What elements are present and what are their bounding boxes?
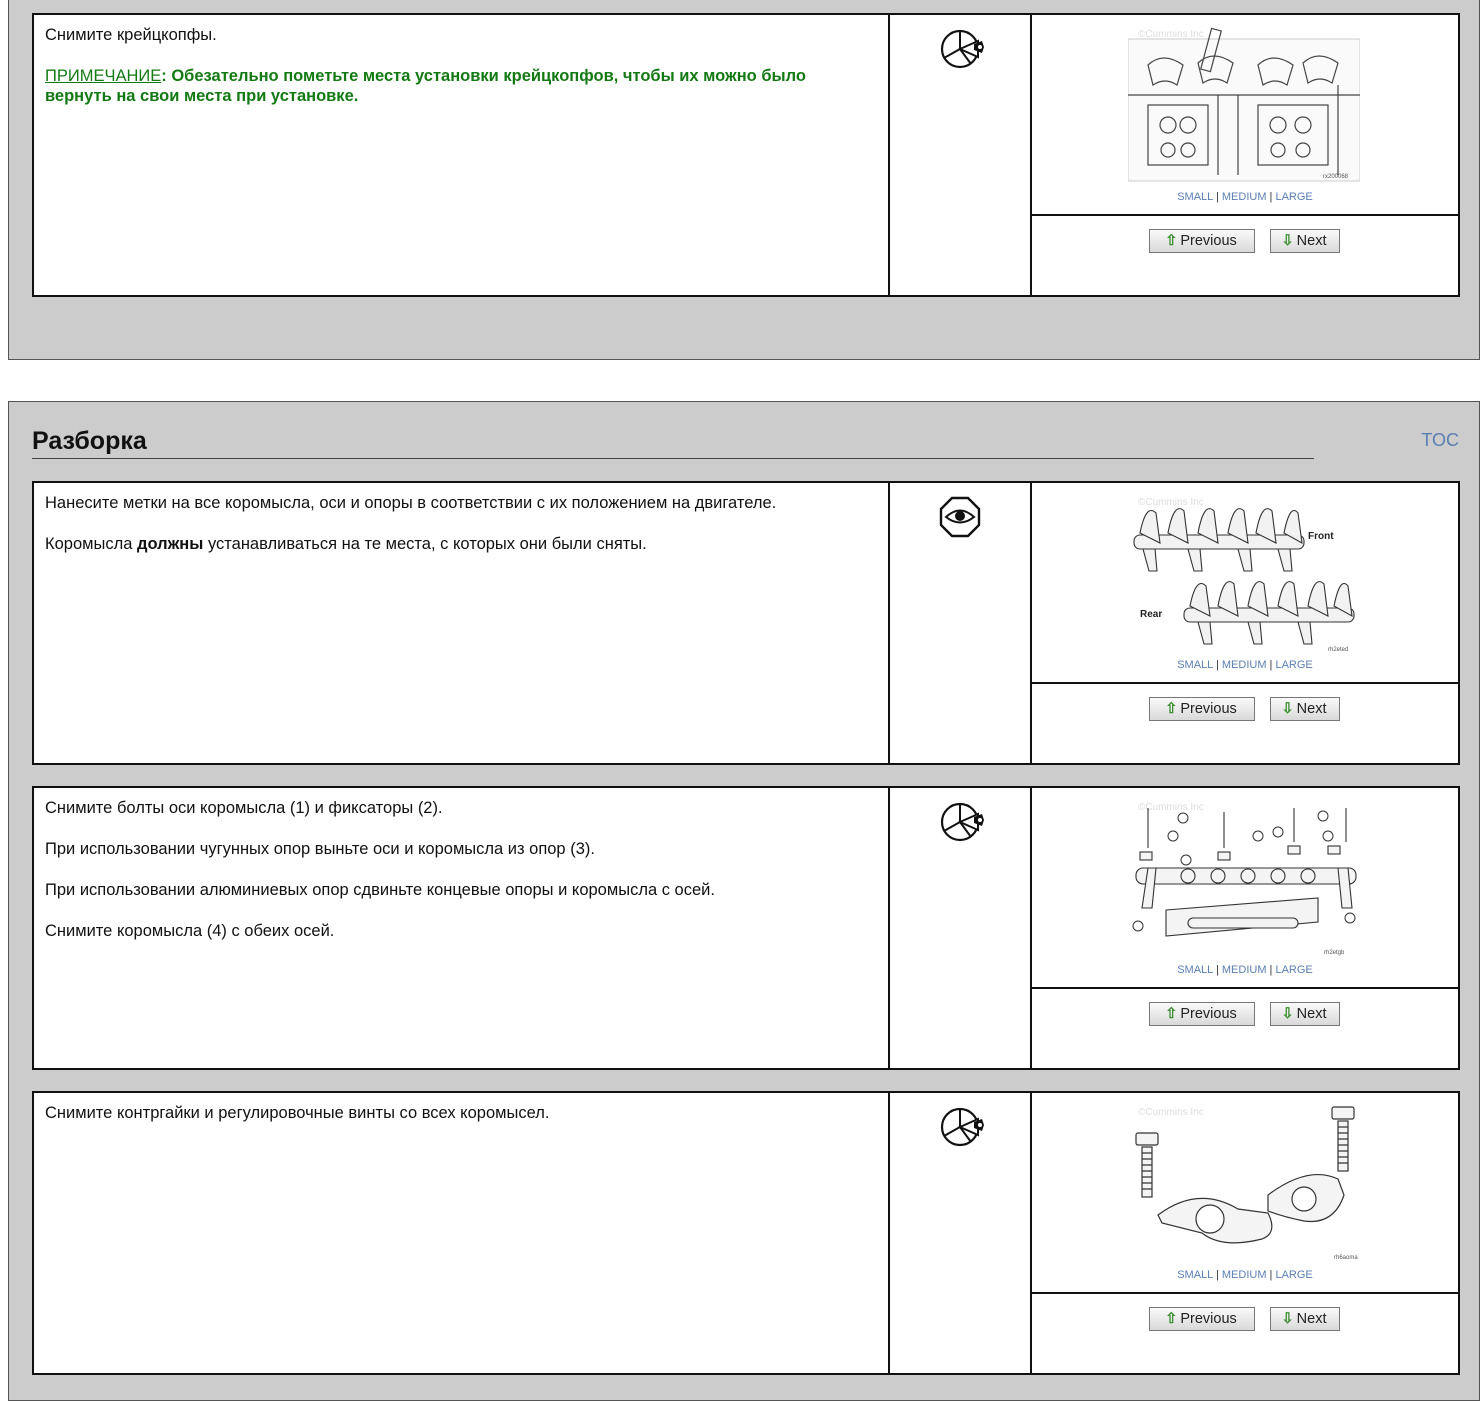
step-instruction: Нанесите метки на все коромысла, оси и о… [45,494,777,512]
step-nav-cell: ⇧ Previous ⇩ Next [1032,1294,1458,1373]
size-links: SMALL | MEDIUM | LARGE [1177,191,1313,203]
size-link-small[interactable]: SMALL [1177,964,1213,976]
step-figure-cell: ©Cummins Inc rh2etgb SMALL | MEDIUM | LA… [1032,788,1458,989]
size-link-small[interactable]: SMALL [1177,191,1213,203]
step-instruction: При использовании чугунных опор выньте о… [45,840,595,858]
step-card: Снимите болты оси коромысла (1) и фиксат… [32,786,1460,1070]
svg-text:rh2eted: rh2eted [1328,647,1348,653]
crosshead-illustration: ©Cummins Inc rx200068 [1128,27,1360,182]
arrow-up-icon: ⇧ [1165,233,1178,249]
wrench-pie-icon [940,1107,986,1147]
step-card: Нанесите метки на все коромысла, оси и о… [32,481,1460,765]
note-label: ПРИМЕЧАНИЕ [45,67,162,85]
section-title: Разборка [32,424,1314,459]
arrow-down-icon: ⇩ [1281,1006,1294,1022]
step-card: Снимите крейцкопфы. ПРИМЕЧАНИЕ: Обезател… [32,13,1460,297]
step-nav-cell: ⇧ Previous ⇩ Next [1032,684,1458,763]
eye-icon [939,496,981,538]
size-link-large[interactable]: LARGE [1275,191,1312,203]
size-link-small[interactable]: SMALL [1177,1269,1213,1281]
size-link-medium[interactable]: MEDIUM [1222,659,1267,671]
step-figure-cell: ©Cummins Inc Front Rear rh2eted SMALL | … [1032,483,1458,684]
previous-button[interactable]: ⇧ Previous [1149,697,1255,721]
step-icon-cell [890,15,1032,295]
step-instruction: Коромысла должны устанавливаться на те м… [45,535,647,553]
arrow-down-icon: ⇩ [1281,1311,1294,1327]
top-step-panel: Снимите крейцкопфы. ПРИМЕЧАНИЕ: Обезател… [8,0,1480,360]
arrow-up-icon: ⇧ [1165,1006,1178,1022]
size-links: SMALL | MEDIUM | LARGE [1177,659,1313,671]
svg-text:rh2etgb: rh2etgb [1324,950,1345,956]
step-card: Снимите контргайки и регулировочные винт… [32,1091,1460,1375]
previous-button[interactable]: ⇧ Previous [1149,1002,1255,1026]
step-nav-cell: ⇧ Previous ⇩ Next [1032,216,1458,295]
size-link-large[interactable]: LARGE [1275,1269,1312,1281]
arrow-up-icon: ⇧ [1165,1311,1178,1327]
svg-text:©Cummins Inc: ©Cummins Inc [1138,1107,1204,1118]
rocker-arms-illustration: ©Cummins Inc Front Rear rh2eted [1133,497,1355,653]
step-figure-cell: ©Cummins Inc rx200068 SMALL | MEDIUM | L… [1032,15,1458,216]
step-figure-cell: ©Cummins Inc rh6aoma SMALL | MEDIUM | LA… [1032,1093,1458,1294]
step-icon-cell [890,483,1032,763]
arrow-down-icon: ⇩ [1281,701,1294,717]
next-button[interactable]: ⇩ Next [1270,1307,1340,1331]
wrench-pie-icon [940,802,986,842]
step-note: ПРИМЕЧАНИЕ: Обезательно пометьте места у… [45,66,877,106]
step-text-cell: Снимите крейцкопфы. ПРИМЕЧАНИЕ: Обезател… [34,15,890,295]
next-button[interactable]: ⇩ Next [1270,229,1340,253]
step-text-cell: Снимите контргайки и регулировочные винт… [34,1093,890,1373]
wrench-pie-icon [940,29,986,69]
next-button[interactable]: ⇩ Next [1270,1002,1340,1026]
size-link-medium[interactable]: MEDIUM [1222,191,1267,203]
step-instruction: Снимите коромысла (4) с обеих осей. [45,922,335,940]
svg-text:©Cummins Inc: ©Cummins Inc [1138,29,1204,40]
step-instruction: Снимите крейцкопфы. [45,26,217,44]
svg-text:©Cummins Inc: ©Cummins Inc [1138,497,1204,508]
svg-text:Front: Front [1308,531,1334,542]
disassembly-panel: Разборка TOC Нанесите метки на все кором… [8,401,1480,1401]
step-text-cell: Снимите болты оси коромысла (1) и фиксат… [34,788,890,1068]
size-link-large[interactable]: LARGE [1275,964,1312,976]
svg-text:Rear: Rear [1140,609,1162,620]
toc-link[interactable]: TOC [1421,430,1459,451]
size-link-large[interactable]: LARGE [1275,659,1312,671]
step-instruction: Снимите контргайки и регулировочные винт… [45,1104,550,1122]
adjusting-screw-illustration: ©Cummins Inc rh6aoma [1135,1106,1358,1261]
next-button[interactable]: ⇩ Next [1270,697,1340,721]
svg-text:rx200068: rx200068 [1323,174,1349,180]
svg-text:rh6aoma: rh6aoma [1334,1255,1358,1261]
previous-button[interactable]: ⇧ Previous [1149,1307,1255,1331]
size-links: SMALL | MEDIUM | LARGE [1177,964,1313,976]
size-link-medium[interactable]: MEDIUM [1222,964,1267,976]
size-link-medium[interactable]: MEDIUM [1222,1269,1267,1281]
exploded-rocker-illustration: ©Cummins Inc rh2etgb [1132,802,1357,956]
size-link-small[interactable]: SMALL [1177,659,1213,671]
arrow-up-icon: ⇧ [1165,701,1178,717]
step-instruction: Снимите болты оси коромысла (1) и фиксат… [45,799,443,817]
step-text-cell: Нанесите метки на все коромысла, оси и о… [34,483,890,763]
previous-button[interactable]: ⇧ Previous [1149,229,1255,253]
step-nav-cell: ⇧ Previous ⇩ Next [1032,989,1458,1068]
step-icon-cell [890,1093,1032,1373]
step-icon-cell [890,788,1032,1068]
arrow-down-icon: ⇩ [1281,233,1294,249]
step-instruction: При использовании алюминиевых опор сдвин… [45,881,715,899]
size-links: SMALL | MEDIUM | LARGE [1177,1269,1313,1281]
